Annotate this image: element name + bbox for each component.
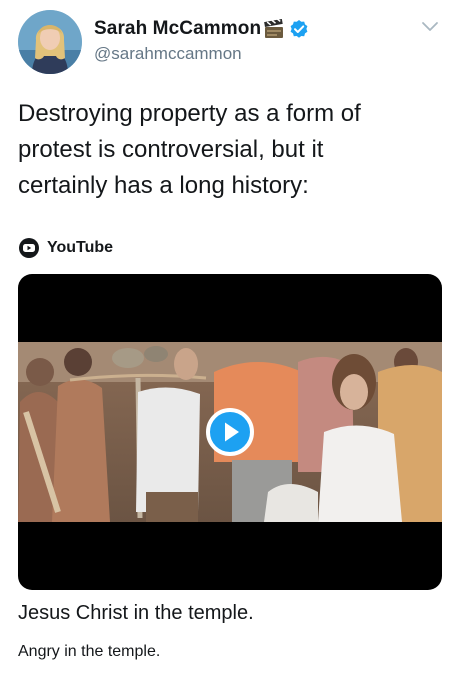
video-card[interactable]: [18, 274, 442, 590]
tweet-text: Destroying property as a form of protest…: [18, 100, 361, 199]
play-icon: [206, 408, 254, 456]
clapperboard-icon: [263, 17, 285, 39]
link-source[interactable]: YouTube: [18, 236, 113, 260]
avatar[interactable]: [18, 10, 82, 74]
card-title[interactable]: Jesus Christ in the temple.: [18, 602, 254, 625]
chevron-down-icon[interactable]: [420, 20, 440, 34]
card-description: Angry in the temple.: [18, 643, 161, 660]
name-row: Sarah McCammon: [94, 16, 309, 42]
source-label: YouTube: [47, 239, 114, 256]
display-name[interactable]: Sarah McCammon: [94, 18, 261, 40]
verified-badge-icon: [289, 19, 309, 39]
user-handle[interactable]: @sarahmccammon: [94, 44, 242, 64]
play-button[interactable]: [206, 408, 254, 456]
tweet-header: Sarah McCammon @sarahmccammon: [18, 10, 442, 74]
youtube-icon: [18, 237, 40, 259]
